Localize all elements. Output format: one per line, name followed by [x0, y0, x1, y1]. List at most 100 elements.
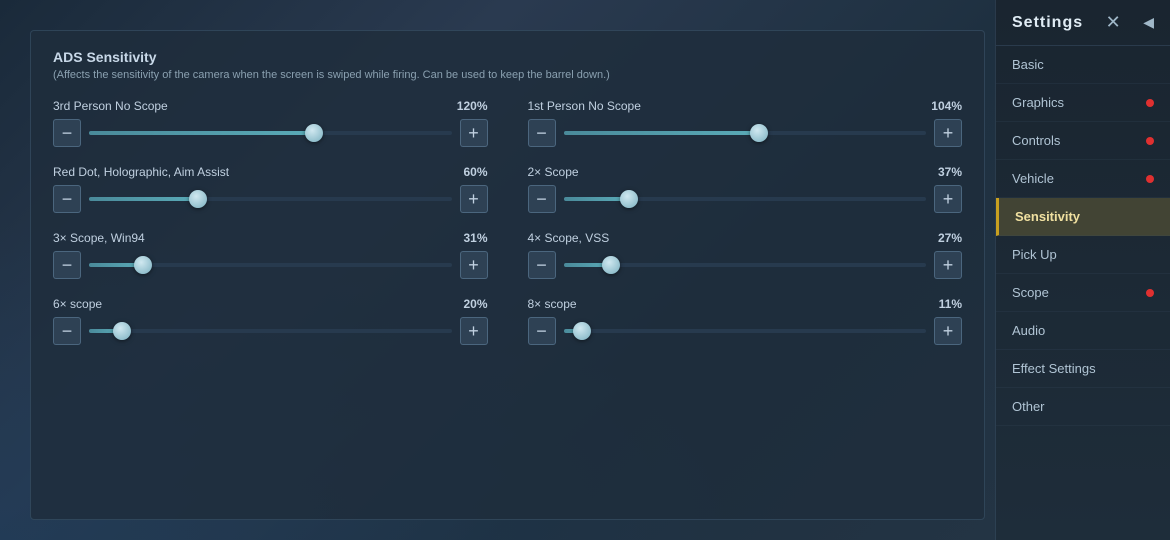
slider-track-3rd-no-scope: [89, 131, 452, 135]
slider-percent-2x-scope: 37%: [938, 165, 962, 179]
slider-label-row-8x-scope: 8× scope 11%: [528, 297, 963, 311]
slider-track-container-1st-no-scope[interactable]: [564, 119, 927, 147]
slider-minus-2x-scope[interactable]: −: [528, 185, 556, 213]
section-description: (Affects the sensitivity of the camera w…: [53, 69, 962, 81]
sidebar-arrow-icon[interactable]: ◀: [1143, 14, 1154, 31]
slider-percent-3x-scope: 31%: [463, 231, 487, 245]
slider-minus-1st-no-scope[interactable]: −: [528, 119, 556, 147]
slider-controls-2x-scope: −+: [528, 185, 963, 213]
slider-controls-red-dot: −+: [53, 185, 488, 213]
slider-percent-1st-no-scope: 104%: [931, 99, 962, 113]
sidebar-item-effect-settings[interactable]: Effect Settings: [996, 350, 1170, 388]
slider-controls-3x-scope: −+: [53, 251, 488, 279]
slider-percent-8x-scope: 11%: [939, 297, 962, 311]
slider-plus-3rd-no-scope[interactable]: +: [460, 119, 488, 147]
sidebar-item-label-vehicle: Vehicle: [1012, 171, 1054, 186]
slider-percent-3rd-no-scope: 120%: [457, 99, 488, 113]
sidebar-item-label-controls: Controls: [1012, 133, 1060, 148]
main-panel: ADS Sensitivity (Affects the sensitivity…: [30, 30, 985, 520]
slider-track-container-6x-scope[interactable]: [89, 317, 452, 345]
slider-track-container-2x-scope[interactable]: [564, 185, 927, 213]
slider-minus-4x-scope[interactable]: −: [528, 251, 556, 279]
slider-thumb-3x-scope[interactable]: [134, 256, 152, 274]
slider-track-container-3rd-no-scope[interactable]: [89, 119, 452, 147]
slider-group-4x-scope: 4× Scope, VSS 27% − +: [528, 231, 963, 279]
slider-label-4x-scope: 4× Scope, VSS: [528, 231, 610, 245]
slider-label-3rd-no-scope: 3rd Person No Scope: [53, 99, 168, 113]
slider-label-3x-scope: 3× Scope, Win94: [53, 231, 145, 245]
sidebar-item-other[interactable]: Other: [996, 388, 1170, 426]
slider-percent-4x-scope: 27%: [938, 231, 962, 245]
dot-indicator-controls: [1146, 137, 1154, 145]
slider-track-6x-scope: [89, 329, 452, 333]
section-title: ADS Sensitivity: [53, 49, 962, 65]
slider-fill-3rd-no-scope: [89, 131, 314, 135]
slider-label-2x-scope: 2× Scope: [528, 165, 579, 179]
slider-plus-4x-scope[interactable]: +: [934, 251, 962, 279]
slider-label-red-dot: Red Dot, Holographic, Aim Assist: [53, 165, 229, 179]
slider-plus-6x-scope[interactable]: +: [460, 317, 488, 345]
slider-label-row-6x-scope: 6× scope 20%: [53, 297, 488, 311]
sidebar-item-sensitivity[interactable]: Sensitivity: [996, 198, 1170, 236]
slider-fill-red-dot: [89, 197, 198, 201]
slider-plus-2x-scope[interactable]: +: [934, 185, 962, 213]
slider-track-3x-scope: [89, 263, 452, 267]
sidebar-item-label-graphics: Graphics: [1012, 95, 1064, 110]
sidebar-item-label-effect-settings: Effect Settings: [1012, 361, 1096, 376]
slider-track-4x-scope: [564, 263, 927, 267]
slider-group-red-dot: Red Dot, Holographic, Aim Assist60%−+: [53, 165, 488, 213]
slider-label-6x-scope: 6× scope: [53, 297, 102, 311]
slider-controls-1st-no-scope: −+: [528, 119, 963, 147]
sidebar-title: Settings: [1012, 14, 1083, 32]
slider-minus-3x-scope[interactable]: −: [53, 251, 81, 279]
close-icon[interactable]: ✕: [1106, 12, 1121, 33]
sidebar-item-scope[interactable]: Scope: [996, 274, 1170, 312]
dot-indicator-scope: [1146, 289, 1154, 297]
slider-thumb-8x-scope[interactable]: [573, 322, 591, 340]
slider-thumb-4x-scope[interactable]: [602, 256, 620, 274]
slider-track-2x-scope: [564, 197, 927, 201]
slider-minus-6x-scope[interactable]: −: [53, 317, 81, 345]
slider-plus-1st-no-scope[interactable]: +: [934, 119, 962, 147]
slider-group-8x-scope: 8× scope 11% − +: [528, 297, 963, 345]
slider-label-8x-scope: 8× scope: [528, 297, 577, 311]
slider-thumb-2x-scope[interactable]: [620, 190, 638, 208]
sidebar-item-basic[interactable]: Basic: [996, 46, 1170, 84]
slider-percent-6x-scope: 20%: [463, 297, 487, 311]
slider-group-6x-scope: 6× scope20%−+: [53, 297, 488, 345]
slider-track-container-red-dot[interactable]: [89, 185, 452, 213]
sidebar-header: Settings ✕ ◀: [996, 0, 1170, 46]
slider-label-row-4x-scope: 4× Scope, VSS 27%: [528, 231, 963, 245]
slider-track-container-3x-scope[interactable]: [89, 251, 452, 279]
slider-plus-8x-scope[interactable]: +: [934, 317, 962, 345]
slider-group-2x-scope: 2× Scope37%−+: [528, 165, 963, 213]
slider-controls-3rd-no-scope: −+: [53, 119, 488, 147]
sidebar-item-audio[interactable]: Audio: [996, 312, 1170, 350]
slider-track-container-4x-scope[interactable]: [564, 251, 927, 279]
slider-label-row-3rd-no-scope: 3rd Person No Scope 120%: [53, 99, 488, 113]
sidebar-nav: Basic Graphics Controls Vehicle SensitivityP…: [996, 46, 1170, 426]
sidebar-item-label-scope: Scope: [1012, 285, 1049, 300]
slider-label-1st-no-scope: 1st Person No Scope: [528, 99, 641, 113]
slider-plus-red-dot[interactable]: +: [460, 185, 488, 213]
slider-minus-8x-scope[interactable]: −: [528, 317, 556, 345]
slider-thumb-1st-no-scope[interactable]: [750, 124, 768, 142]
sidebar-item-controls[interactable]: Controls: [996, 122, 1170, 160]
slider-minus-red-dot[interactable]: −: [53, 185, 81, 213]
slider-track-container-8x-scope[interactable]: [564, 317, 927, 345]
slider-thumb-red-dot[interactable]: [189, 190, 207, 208]
sidebar-item-label-other: Other: [1012, 399, 1045, 414]
slider-controls-6x-scope: −+: [53, 317, 488, 345]
slider-label-row-3x-scope: 3× Scope, Win94 31%: [53, 231, 488, 245]
dot-indicator-vehicle: [1146, 175, 1154, 183]
slider-thumb-3rd-no-scope[interactable]: [305, 124, 323, 142]
slider-label-row-1st-no-scope: 1st Person No Scope 104%: [528, 99, 963, 113]
slider-thumb-6x-scope[interactable]: [113, 322, 131, 340]
sidebar-item-graphics[interactable]: Graphics: [996, 84, 1170, 122]
slider-minus-3rd-no-scope[interactable]: −: [53, 119, 81, 147]
slider-label-row-2x-scope: 2× Scope 37%: [528, 165, 963, 179]
sidebar-item-vehicle[interactable]: Vehicle: [996, 160, 1170, 198]
slider-plus-3x-scope[interactable]: +: [460, 251, 488, 279]
slider-percent-red-dot: 60%: [463, 165, 487, 179]
sidebar-item-pickup[interactable]: Pick Up: [996, 236, 1170, 274]
